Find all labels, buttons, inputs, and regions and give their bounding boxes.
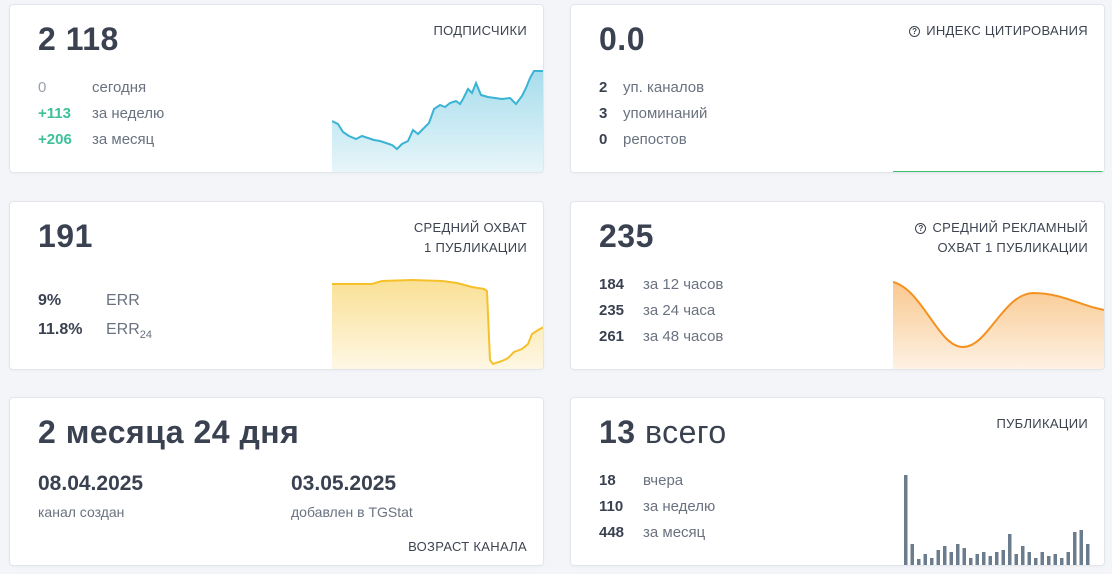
err-row: 9% ERR [38,286,152,315]
stat-num: 18 [599,472,616,489]
publications-stats: 18 вчера 110 за неделю 448 за месяц [599,468,715,546]
stat-text: репостов [623,131,687,148]
stat-row: 0 сегодня [38,75,164,101]
citation-stats: 2 уп. каналов 3 упоминаний 0 репостов [599,75,707,153]
stat-num: +206 [38,131,72,148]
stat-text: за 12 часов [643,276,724,293]
channel-age-label: ВОЗРАСТ КАНАЛА [408,539,527,554]
created-date: 08.04.2025 [38,472,144,495]
err24-row: 11.8% ERR24 [38,315,152,344]
stat-text: за 48 часов [643,328,724,345]
added-block: 03.05.2025 добавлен в TGStat [291,472,531,520]
ad-reach-label-line1: СРЕДНИЙ РЕКЛАМНЫЙ [932,220,1088,235]
stat-text: вчера [643,472,684,489]
stat-text: сегодня [92,79,147,96]
ad-reach-sparkline [893,281,1104,369]
ad-reach-label: ? СРЕДНИЙ РЕКЛАМНЫЙ ОХВАТ 1 ПУБЛИКАЦИИ [915,218,1088,258]
average-reach-value: 191 [38,218,93,254]
reach-card[interactable]: 191 СРЕДНИЙ ОХВАТ 1 ПУБЛИКАЦИИ 9% ERR 11.… [9,201,544,370]
stat-text: за неделю [643,498,716,515]
stat-row: +206 за месяц [38,127,164,153]
stat-num: 448 [599,524,625,541]
stat-text: уп. каналов [623,79,705,96]
stat-row: 184 за 12 часов [599,272,723,298]
stat-row: 448 за месяц [599,520,715,546]
citation-sparkline [893,171,1104,172]
publications-bar-chart [904,475,1090,565]
reach-label-line1: СРЕДНИЙ ОХВАТ [413,220,527,235]
stat-row: 0 репостов [599,127,707,153]
stat-text: за месяц [643,524,706,541]
stat-row: 2 уп. каналов [599,75,707,101]
publications-suffix: всего [644,414,727,450]
citation-index-value: 0.0 [599,21,645,57]
added-date: 03.05.2025 [291,472,397,495]
publications-card[interactable]: 13 всего ПУБЛИКАЦИИ 18 вчера 110 за неделю… [570,397,1105,566]
ad-reach-label-line2: ОХВАТ 1 ПУБЛИКАЦИИ [937,240,1088,255]
citation-label: ? ИНДЕКС ЦИТИРОВАНИЯ [909,21,1088,41]
stat-row: 18 вчера [599,468,715,494]
ad-reach-value: 235 [599,218,654,254]
citation-label-text: ИНДЕКС ЦИТИРОВАНИЯ [926,23,1088,38]
stat-row: +113 за неделю [38,101,164,127]
channel-age-value: 2 месяца 24 дня [38,414,300,450]
subscribers-sparkline [332,70,543,172]
stat-text: за месяц [92,131,155,148]
citation-card[interactable]: 0.0 ? ИНДЕКС ЦИТИРОВАНИЯ 2 уп. каналов 3 уп… [570,4,1105,173]
publications-total: 13 всего [599,414,727,451]
channel-age-card[interactable]: 2 месяца 24 дня 08.04.2025 канал создан … [9,397,544,566]
stat-num: 2 [599,79,608,96]
err24-text: ERR24 [106,321,153,342]
err24-value: 11.8% [38,321,83,338]
stat-num: 184 [599,276,625,293]
info-icon[interactable]: ? [909,26,921,37]
created-block: 08.04.2025 канал создан [38,472,278,520]
subscribers-stats: 0 сегодня +113 за неделю +206 за месяц [38,75,164,153]
err-value: 9% [38,292,62,309]
stat-row: 3 упоминаний [599,101,707,127]
stat-row: 235 за 24 часа [599,298,723,324]
err-stats: 9% ERR 11.8% ERR24 [38,286,152,344]
stat-num: 110 [599,498,624,515]
reach-sparkline [332,278,543,369]
subscribers-card[interactable]: 2 118 ПОДПИСЧИКИ 0 сегодня +113 за неделю … [9,4,544,173]
stat-num: 235 [599,302,625,319]
stat-row: 110 за неделю [599,494,715,520]
stat-row: 261 за 48 часов [599,324,723,350]
stat-num: +113 [38,105,71,122]
err-text: ERR [106,292,140,309]
ad-reach-stats: 184 за 12 часов 235 за 24 часа 261 за 48 ча… [599,272,723,350]
subscribers-label: ПОДПИСЧИКИ [433,23,527,38]
info-icon[interactable]: ? [915,223,927,234]
stat-text: за неделю [92,105,165,122]
stat-text: за 24 часа [643,302,716,319]
ad-reach-card[interactable]: 235 ? СРЕДНИЙ РЕКЛАМНЫЙ ОХВАТ 1 ПУБЛИКАЦИ… [570,201,1105,370]
stat-num: 3 [599,105,608,122]
added-caption: добавлен в TGStat [291,504,413,520]
subscribers-count: 2 118 [38,21,119,57]
stat-text: упоминаний [623,105,708,122]
created-caption: канал создан [38,504,125,520]
stat-num: 261 [599,328,625,345]
reach-label-line2: 1 ПУБЛИКАЦИИ [424,240,527,255]
stat-num: 0 [38,79,47,96]
publications-count: 13 [599,414,636,450]
reach-label: СРЕДНИЙ ОХВАТ 1 ПУБЛИКАЦИИ [414,218,527,258]
publications-label: ПУБЛИКАЦИИ [996,416,1088,431]
stat-num: 0 [599,131,608,148]
